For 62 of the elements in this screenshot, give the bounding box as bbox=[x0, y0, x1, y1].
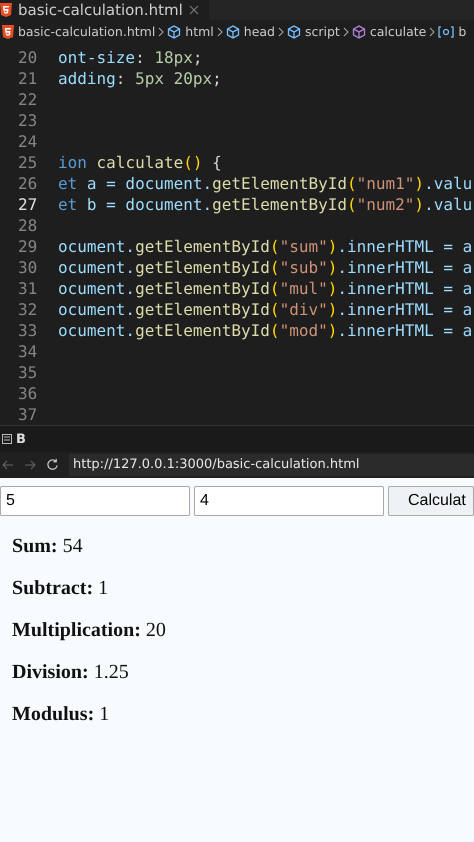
code-line: et a = document.getElementById("num1").valu bbox=[58, 174, 472, 194]
code-line: ocument.getElementById("div").innerHTML = a bbox=[58, 300, 472, 320]
line-number: 20 bbox=[17, 48, 38, 68]
line-number: 24 bbox=[17, 132, 38, 152]
line-number: 21 bbox=[17, 69, 38, 88]
code-line: ocument.getElementById("sub").innerHTML = a bbox=[58, 258, 472, 278]
variable-icon bbox=[438, 26, 454, 38]
line-number: 34 bbox=[17, 342, 38, 362]
breadcrumb-item[interactable]: head bbox=[244, 24, 275, 39]
code-line: ion calculate() { bbox=[58, 153, 222, 172]
line-number: 23 bbox=[17, 111, 38, 130]
calculate-button[interactable]: Calculat bbox=[388, 486, 474, 516]
line-number: 27 bbox=[17, 195, 38, 214]
forward-icon[interactable] bbox=[24, 460, 36, 470]
line-number: 33 bbox=[17, 321, 38, 340]
cube-icon bbox=[352, 24, 366, 38]
chevron-icon bbox=[342, 26, 349, 36]
cube-icon bbox=[287, 24, 301, 38]
line-number: 29 bbox=[17, 237, 38, 256]
code-line: ocument.getElementById("mod").innerHTML = a bbox=[58, 321, 472, 340]
result-text: Modulus: 1 bbox=[12, 702, 110, 726]
breadcrumb-item[interactable]: calculate bbox=[370, 24, 426, 39]
line-number: 30 bbox=[17, 258, 38, 278]
breadcrumb-item[interactable]: script bbox=[305, 24, 340, 39]
line-number: 25 bbox=[17, 153, 38, 172]
result-text: Division: 1.25 bbox=[12, 660, 130, 684]
code-line: adding: 5px 20px; bbox=[58, 69, 222, 88]
line-number: 37 bbox=[17, 405, 38, 424]
page-icon bbox=[2, 434, 12, 444]
back-icon[interactable] bbox=[2, 460, 14, 470]
cube-icon bbox=[167, 24, 182, 38]
html-file-icon bbox=[2, 24, 14, 38]
chevron-icon bbox=[278, 26, 284, 36]
reload-icon[interactable] bbox=[46, 458, 59, 472]
code-line: ocument.getElementById("sum").innerHTML = a bbox=[58, 237, 472, 256]
number-input[interactable]: 4 bbox=[194, 486, 384, 516]
close-icon[interactable] bbox=[188, 4, 199, 15]
html-file-icon bbox=[0, 2, 12, 17]
address-bar[interactable]: http://127.0.0.1:3000/basic-calculation.html bbox=[69, 454, 474, 476]
line-number: 32 bbox=[17, 300, 38, 320]
line-number: 28 bbox=[17, 216, 38, 236]
cube-icon bbox=[226, 24, 240, 38]
breadcrumb-item[interactable]: basic-calculation.html bbox=[18, 24, 156, 39]
result-text: Subtract: 1 bbox=[12, 576, 110, 600]
chevron-icon bbox=[216, 26, 223, 36]
result-text: Multiplication: 20 bbox=[12, 618, 167, 642]
line-number: 36 bbox=[17, 384, 38, 404]
result-text: Sum: 54 bbox=[12, 534, 84, 558]
chevron-icon bbox=[158, 26, 164, 36]
breadcrumb-item[interactable]: html bbox=[185, 24, 214, 39]
line-number: 31 bbox=[17, 279, 38, 298]
code-line: et b = document.getElementById("num2").valu bbox=[58, 195, 472, 214]
number-input[interactable]: 5 bbox=[0, 486, 190, 516]
line-number: 26 bbox=[17, 174, 38, 194]
editor-tab[interactable]: basic-calculation.html bbox=[0, 0, 209, 20]
browser-tab[interactable]: B bbox=[16, 432, 26, 447]
code-line: ont-size: 18px; bbox=[58, 48, 202, 68]
breadcrumb-item[interactable]: b bbox=[458, 24, 466, 39]
line-number: 22 bbox=[17, 90, 38, 110]
line-number: 35 bbox=[17, 363, 38, 382]
chevron-icon bbox=[429, 26, 436, 36]
code-line: ocument.getElementById("mul").innerHTML = a bbox=[58, 279, 472, 298]
